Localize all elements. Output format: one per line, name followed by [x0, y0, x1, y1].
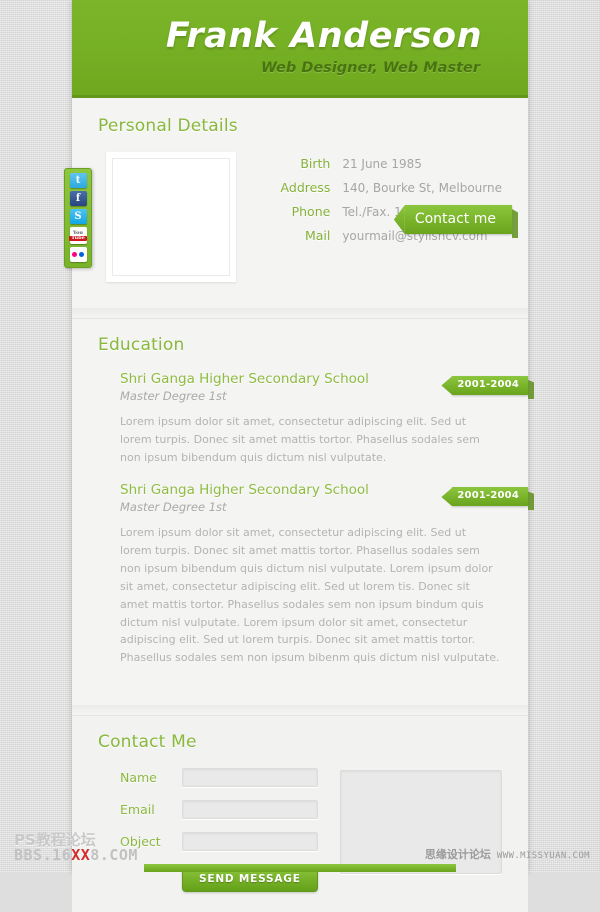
bottom-accent-bar	[144, 864, 456, 872]
education-item-header: Shri Ganga Higher Secondary School Maste…	[120, 371, 528, 403]
personal-details-list: Birth 21 June 1985 Address 140, Bourke S…	[252, 152, 502, 252]
facebook-icon[interactable]: f	[69, 191, 87, 206]
personal-details-title: Personal Details	[98, 116, 238, 136]
social-sidebar: t f S You Tube	[64, 168, 92, 268]
education-description: Lorem ipsum dolor sit amet, consectetur …	[120, 526, 500, 665]
message-textarea[interactable]	[340, 769, 502, 874]
page-title: Frank Anderson	[165, 16, 482, 56]
phone-label: Phone	[291, 204, 331, 219]
skype-icon[interactable]: S	[69, 209, 87, 224]
flickr-dot-pink	[72, 252, 77, 257]
education-school: Shri Ganga Higher Secondary School	[120, 371, 369, 387]
education-section: Education Shri Ganga Higher Secondary Sc…	[72, 318, 528, 705]
list-item: Shri Ganga Higher Secondary School Maste…	[120, 371, 528, 466]
status-badge: 2001-2004	[452, 487, 528, 507]
flickr-dot-blue	[79, 252, 84, 257]
object-label: Object	[120, 833, 161, 849]
contact-me-button[interactable]: Contact me	[404, 205, 512, 234]
contact-form-fields: Name Email Object SEND MESSAGE	[98, 767, 318, 892]
birth-label: Birth	[300, 156, 331, 171]
youtube-icon[interactable]: You Tube	[69, 227, 87, 244]
avatar	[106, 152, 236, 282]
name-field-row: Name	[98, 767, 318, 787]
education-degree: Master Degree 1st	[120, 500, 227, 515]
section-divider	[72, 308, 528, 318]
header: Frank Anderson Web Designer, Web Master	[72, 0, 528, 98]
list-item: Birth 21 June 1985	[252, 156, 502, 171]
address-label: Address	[280, 180, 331, 195]
header-subtitle: Web Designer, Web Master	[260, 60, 480, 76]
youtube-icon-bottom: Tube	[69, 234, 87, 241]
object-input[interactable]	[182, 831, 318, 851]
status-badge: 2001-2004	[452, 376, 528, 395]
name-input[interactable]	[182, 767, 318, 787]
contact-form: Name Email Object SEND MESSAGE	[98, 767, 502, 892]
list-item: Shri Ganga Higher Secondary School Maste…	[120, 482, 528, 667]
education-title: Education	[98, 335, 185, 355]
list-item: Address 140, Bourke St, Melbourne	[252, 180, 502, 195]
contact-section: Contact Me Name Email Object SEND MESSAG…	[72, 714, 528, 912]
email-input[interactable]	[182, 799, 318, 819]
object-field-row: Object	[98, 831, 318, 851]
section-divider	[72, 704, 528, 715]
education-school: Shri Ganga Higher Secondary School	[120, 482, 369, 499]
birth-value: 21 June 1985	[342, 157, 422, 171]
education-description: Lorem ipsum dolor sit amet, consectetur …	[120, 415, 480, 464]
personal-details-section: Personal Details Birth 21 June 1985 Addr…	[72, 98, 528, 308]
education-degree: Master Degree 1st	[120, 389, 227, 403]
flickr-icon[interactable]	[69, 247, 87, 262]
email-field-row: Email	[98, 799, 318, 819]
email-label: Email	[120, 801, 155, 817]
contact-title: Contact Me	[98, 731, 197, 752]
twitter-icon[interactable]: t	[69, 173, 87, 188]
name-label: Name	[120, 769, 157, 785]
education-date-wrap: 2001-2004	[452, 372, 528, 395]
cv-card: Frank Anderson Web Designer, Web Master …	[72, 0, 528, 912]
mail-label: Mail	[304, 228, 331, 243]
address-value: 140, Bourke St, Melbourne	[342, 181, 502, 195]
avatar-placeholder	[112, 158, 230, 276]
education-item-header: Shri Ganga Higher Secondary School Maste…	[120, 482, 528, 515]
education-date-wrap: 2001-2004	[452, 483, 528, 507]
